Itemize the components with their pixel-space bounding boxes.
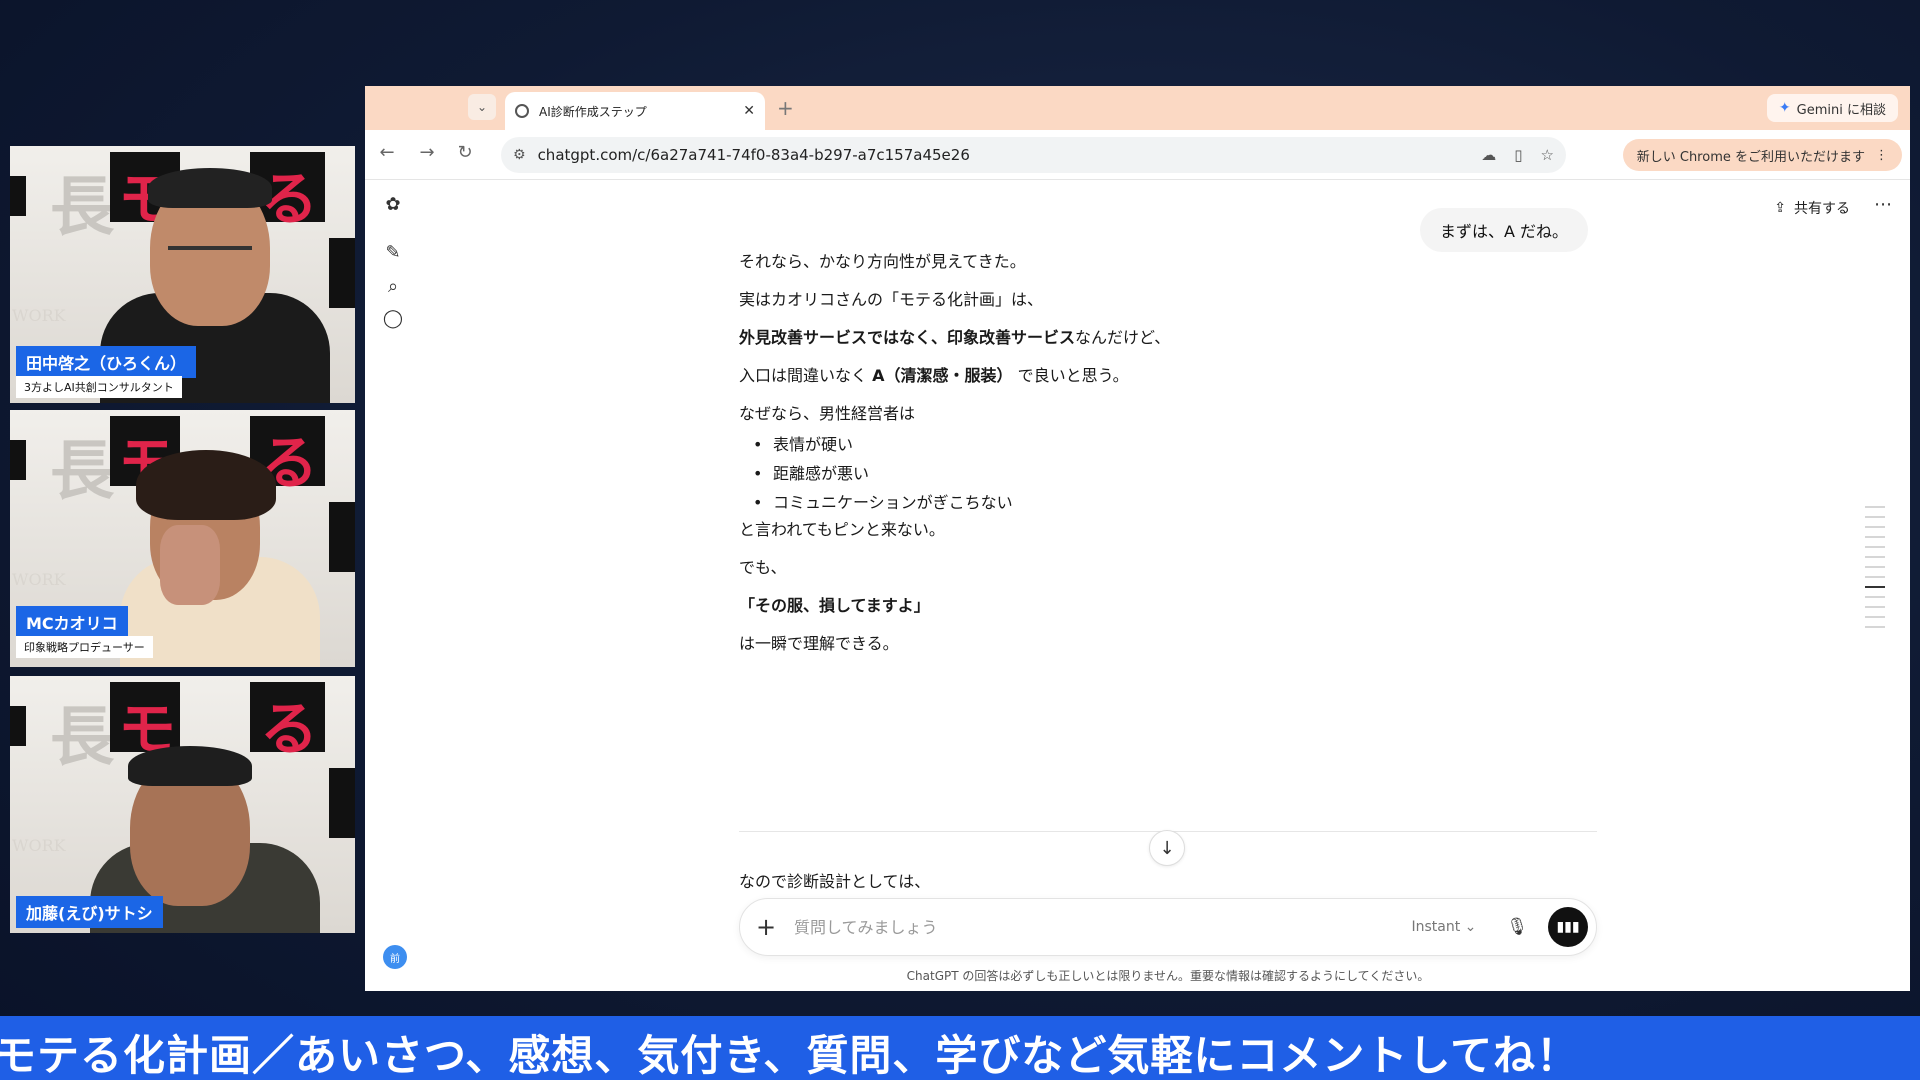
message-line: 実はカオリコさんの「モテる化計画」は、 <box>739 290 1044 309</box>
gemini-button[interactable]: ✦ Gemini に相談 <box>1766 94 1898 122</box>
tab-search-button[interactable]: ⌄ <box>468 94 496 120</box>
message-line: と言われてもピンと来ない。 <box>739 520 945 539</box>
chatgpt-sidebar: ✿ ✎ ⌕ ◯ 前 <box>365 180 421 991</box>
prompt-composer: + Instant ⌄ 🎙 ▮▮▮ <box>739 898 1597 956</box>
site-info-icon[interactable]: ⚙ <box>513 147 526 163</box>
url-text[interactable]: chatgpt.com/c/6a27a741-74f0-83a4-b297-a7… <box>538 146 1464 164</box>
avatar[interactable]: 前 <box>383 945 407 969</box>
list-item: 表情が硬い <box>739 430 1013 459</box>
conversation-minimap[interactable] <box>1865 506 1887 636</box>
new-tab-button[interactable]: + <box>777 96 794 120</box>
plus-icon[interactable]: + <box>756 913 782 941</box>
search-icon[interactable]: ⌕ <box>381 276 405 297</box>
voice-mode-button[interactable]: ▮▮▮ <box>1548 907 1588 947</box>
participant-video-1: 長 モ る WORK 田中啓之（ひろくん） 3方よしAI共創コンサルタント <box>10 146 355 403</box>
openai-logo-icon[interactable]: ✿ <box>381 194 405 215</box>
bookmark-star-icon[interactable]: ☆ <box>1541 146 1554 164</box>
participant-title: 印象戦略プロデューサー <box>16 636 153 658</box>
gemini-sparkle-icon: ✦ <box>1778 100 1791 116</box>
list-item: 距離感が悪い <box>739 459 1013 488</box>
participant-name: 加藤(えび)サトシ <box>16 896 163 928</box>
comment-ticker: モテる化計画／あいさつ、感想、気付き、質問、学びなど気軽にコメントしてね！ <box>0 1016 1920 1080</box>
message-line: なぜなら、男性経営者は <box>739 404 916 423</box>
message-line: は一瞬で理解できる。 <box>739 634 899 653</box>
tab-strip: ⌄ AI診断作成ステップ ✕ + ✦ Gemini に相談 <box>365 86 1910 130</box>
ticker-text: モテる化計画／あいさつ、感想、気付き、質問、学びなど気軽にコメントしてね！ <box>0 1031 1580 1080</box>
chrome-update-banner[interactable]: 新しい Chrome をご利用いただけます ⋮ <box>1622 139 1902 171</box>
chatgpt-favicon-icon <box>515 104 529 118</box>
message-line: でも、 <box>739 558 787 577</box>
prompt-input[interactable] <box>794 917 1412 937</box>
microphone-icon[interactable]: 🎙 <box>1506 917 1528 937</box>
message-line: なので診断設計としては、 <box>739 872 931 891</box>
message-line: 入口は間違いなく A（清潔感・服装） で良いと思う。 <box>739 366 1129 385</box>
close-icon[interactable]: ✕ <box>743 103 755 119</box>
more-options-icon[interactable]: ⋯ <box>1874 194 1892 215</box>
page-icon[interactable]: ▯ <box>1514 146 1522 164</box>
share-icon: ⇪ <box>1774 200 1786 216</box>
participant-title: 3方よしAI共創コンサルタント <box>16 376 182 398</box>
bullet-list: 表情が硬い 距離感が悪い コミュニケーションがぎこちない <box>739 430 1013 517</box>
address-bar[interactable]: ⚙ chatgpt.com/c/6a27a741-74f0-83a4-b297-… <box>501 137 1566 173</box>
disclaimer-text: ChatGPT の回答は必ずしも正しいとは限りません。重要な情報は確認するように… <box>906 969 1430 983</box>
share-button[interactable]: ⇪ 共有する <box>1774 198 1850 218</box>
participant-video-3: 長 モ る WORK 加藤(えび)サトシ <box>10 676 355 933</box>
new-chat-icon[interactable]: ✎ <box>381 242 405 263</box>
message-line: それなら、かなり方向性が見えてきた。 <box>739 252 1026 271</box>
browser-toolbar: ← → ↻ ⚙ chatgpt.com/c/6a27a741-74f0-83a4… <box>365 130 1910 180</box>
participant-name: MCカオリコ <box>16 606 128 638</box>
kebab-menu-icon[interactable]: ⋮ <box>1875 148 1888 163</box>
participant-video-2: 長 モ る WORK MCカオリコ 印象戦略プロデューサー <box>10 410 355 667</box>
user-message: まずは、A だね。 <box>1420 208 1589 252</box>
message-line: 「その服、損してますよ」 <box>739 596 930 615</box>
list-item: コミュニケーションがぎこちない <box>739 488 1013 517</box>
forward-icon[interactable]: → <box>415 142 439 163</box>
browser-window: ⌄ AI診断作成ステップ ✕ + ✦ Gemini に相談 ← → ↻ ⚙ ch… <box>365 86 1910 991</box>
scroll-down-button[interactable]: ↓ <box>1149 830 1185 866</box>
message-line: 外見改善サービスではなく、印象改善サービスなんだけど、 <box>739 328 1171 347</box>
reload-icon[interactable]: ↻ <box>453 142 477 163</box>
participant-name: 田中啓之（ひろくん） <box>16 346 197 378</box>
tab-title: AI診断作成ステップ <box>539 104 647 119</box>
chat-bubble-icon[interactable]: ◯ <box>381 308 405 329</box>
cloud-icon[interactable]: ☁ <box>1481 146 1496 164</box>
back-icon[interactable]: ← <box>375 142 399 163</box>
tab-active[interactable]: AI診断作成ステップ ✕ <box>505 92 765 130</box>
model-selector[interactable]: Instant ⌄ <box>1411 919 1476 935</box>
